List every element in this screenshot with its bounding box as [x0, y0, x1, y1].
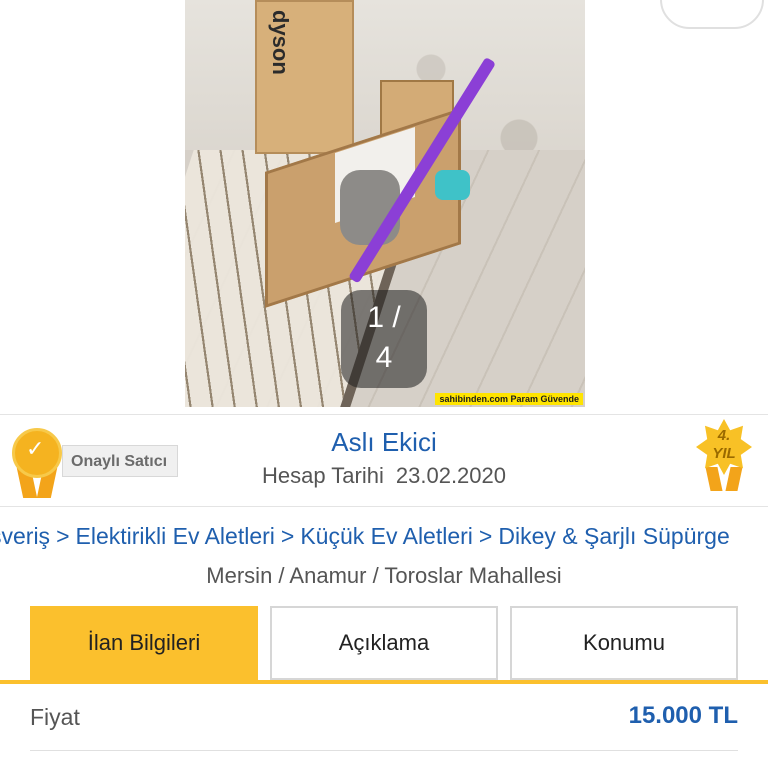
breadcrumb-item-electrical-appliances[interactable]: Elektirikli Ev Aletleri	[76, 523, 275, 549]
years-ribbon-left	[705, 467, 723, 491]
tab-location[interactable]: Konumu	[510, 606, 738, 680]
listing-tabs: İlan Bilgileri Açıklama Konumu	[30, 606, 738, 680]
years-badge-number: 4.	[717, 427, 731, 444]
tabs-underline	[0, 680, 768, 684]
breadcrumb: şveriş>Elektirikli Ev Aletleri>Küçük Ev …	[0, 523, 730, 550]
breadcrumb-item-stick-vacuum[interactable]: Dikey & Şarjlı Süpürge	[498, 523, 729, 549]
breadcrumb-separator: >	[56, 523, 70, 549]
tab-listing-info[interactable]: İlan Bilgileri	[30, 606, 258, 680]
account-date-label: Hesap Tarihi	[262, 463, 384, 488]
seller-info[interactable]: ✓ Onaylı Satıcı Aslı Ekici Hesap Tarihi 2…	[0, 414, 768, 507]
share-button[interactable]	[660, 0, 764, 29]
account-date-row: Hesap Tarihi 23.02.2020	[0, 463, 768, 489]
listing-location: Mersin / Anamur / Toroslar Mahallesi	[206, 563, 562, 588]
years-badge-text: 4. YIL	[696, 427, 752, 463]
breadcrumb-separator: >	[280, 523, 295, 549]
breadcrumb-item-small-appliances[interactable]: Küçük Ev Aletleri	[300, 523, 473, 549]
account-date-value: 23.02.2020	[395, 463, 506, 488]
photo-watermark: sahibinden.com Param Güvende	[435, 393, 583, 405]
price-value: 15.000 TL	[628, 702, 738, 729]
photo-counter-current: 1 /	[367, 301, 401, 334]
price-row: Fiyat 15.000 TL	[30, 690, 738, 751]
membership-years-badge: 4. YIL	[696, 419, 756, 499]
photo-vacuum-head	[435, 170, 470, 200]
photo-counter-total: 4	[375, 341, 393, 374]
photo-box-brand: dyson	[268, 10, 293, 75]
tab-description[interactable]: Açıklama	[270, 606, 498, 680]
category-band: şveriş>Elektirikli Ev Aletleri>Küçük Ev …	[0, 506, 768, 599]
years-badge-unit: YIL	[712, 445, 736, 462]
years-ribbon-right	[725, 467, 743, 491]
photo-counter: 1 / 4	[341, 290, 427, 388]
breadcrumb-item-shopping[interactable]: şveriş	[0, 523, 50, 549]
breadcrumb-separator: >	[478, 523, 493, 549]
photo-gallery[interactable]: dyson sahibinden.com Param Güvende 1 / 4	[0, 0, 768, 410]
seller-name[interactable]: Aslı Ekici	[0, 427, 768, 458]
price-label: Fiyat	[30, 704, 80, 730]
